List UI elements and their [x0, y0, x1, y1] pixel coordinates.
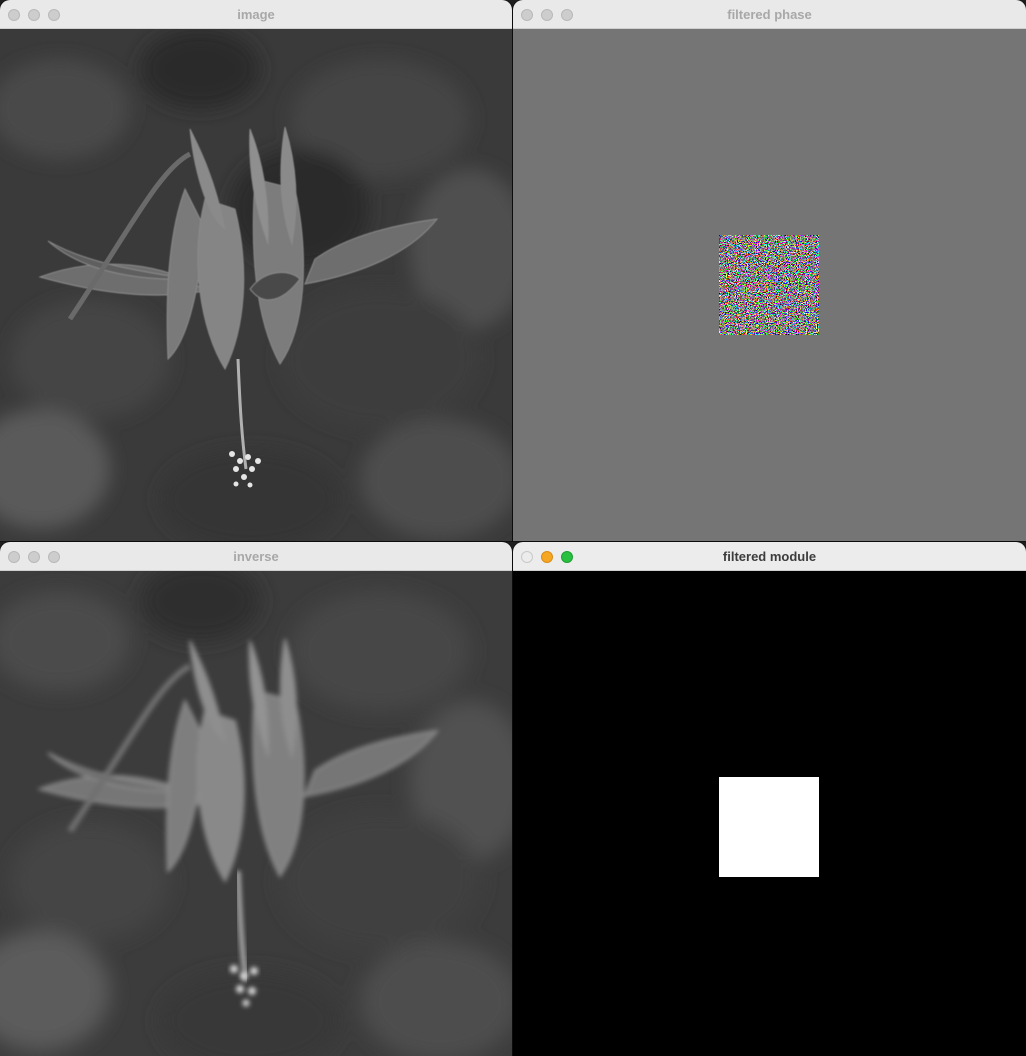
filtered-phase-canvas — [513, 29, 1026, 541]
filtered-module-window-titlebar[interactable]: filtered module — [513, 542, 1026, 571]
filtered-module-canvas — [513, 571, 1026, 1056]
inverse-window[interactable]: inverse — [0, 542, 512, 1056]
minimize-button[interactable] — [541, 551, 553, 563]
phase-noise-square — [719, 235, 819, 335]
inverse-canvas — [0, 571, 512, 1056]
image-window-titlebar[interactable]: image — [0, 0, 512, 29]
inverse-window-titlebar[interactable]: inverse — [0, 542, 512, 571]
module-image — [513, 571, 1026, 1056]
filtered-module-window[interactable]: filtered module — [513, 542, 1026, 1056]
minimize-button[interactable] — [28, 9, 40, 21]
image-canvas — [0, 29, 512, 541]
minimize-button[interactable] — [541, 9, 553, 21]
inverse-photo — [0, 571, 512, 1056]
filtered-phase-window-titlebar[interactable]: filtered phase — [513, 0, 1026, 29]
image-window[interactable]: image — [0, 0, 512, 541]
module-mask-square — [719, 777, 819, 877]
flower-photo — [0, 29, 512, 541]
zoom-button[interactable] — [48, 551, 60, 563]
window-title: inverse — [233, 549, 279, 564]
filtered-phase-window[interactable]: filtered phase — [513, 0, 1026, 541]
close-button[interactable] — [8, 551, 20, 563]
window-title: image — [237, 7, 275, 22]
zoom-button[interactable] — [561, 9, 573, 21]
close-button[interactable] — [521, 9, 533, 21]
zoom-button[interactable] — [561, 551, 573, 563]
phase-image — [513, 29, 1026, 541]
close-button[interactable] — [521, 551, 533, 563]
window-title: filtered phase — [727, 7, 812, 22]
zoom-button[interactable] — [48, 9, 60, 21]
close-button[interactable] — [8, 9, 20, 21]
minimize-button[interactable] — [28, 551, 40, 563]
window-title: filtered module — [722, 549, 817, 564]
